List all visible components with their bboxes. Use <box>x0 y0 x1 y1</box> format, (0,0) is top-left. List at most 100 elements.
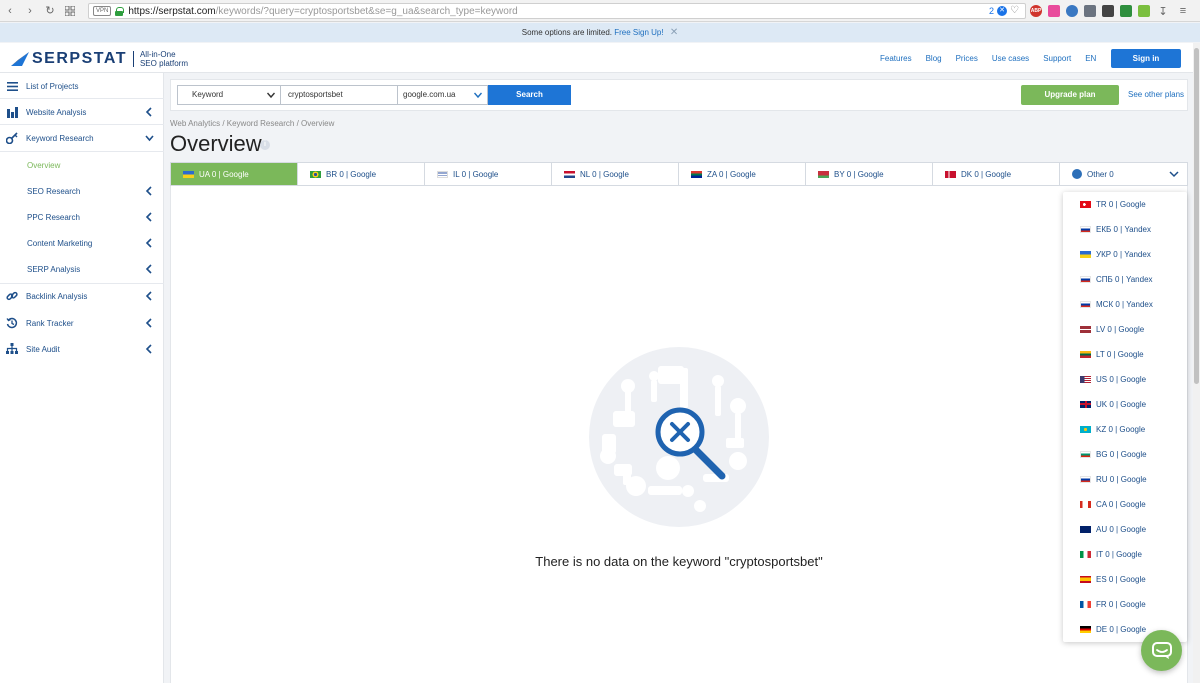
dropdown-item-lv[interactable]: LV 0 | Google <box>1063 317 1187 341</box>
vpn-badge[interactable]: VPN <box>93 6 112 16</box>
extension-green-icon[interactable] <box>1120 5 1132 17</box>
sidebar-item-site-audit[interactable]: Site Audit <box>0 336 164 362</box>
serpstat-logo[interactable]: SERPSTAT All-in-One SEO platform <box>11 50 188 68</box>
back-icon[interactable]: ‹ <box>0 0 20 22</box>
sidebar-item-ppc-research[interactable]: PPC Research <box>0 204 164 230</box>
tab-za[interactable]: ZA 0 | Google <box>679 163 806 185</box>
dropdown-item-uk[interactable]: UK 0 | Google <box>1063 392 1187 416</box>
database-select[interactable]: google.com.ua <box>398 85 488 105</box>
dropdown-item-it[interactable]: IT 0 | Google <box>1063 542 1187 566</box>
sidebar-item-label: SERP Analysis <box>27 264 81 274</box>
dropdown-item-ru[interactable]: RU 0 | Google <box>1063 467 1187 491</box>
nav-use-cases[interactable]: Use cases <box>992 54 1029 63</box>
sidebar-item-content-marketing[interactable]: Content Marketing <box>0 230 164 256</box>
dropdown-item-tr[interactable]: TR 0 | Google <box>1063 192 1187 216</box>
tab-nl[interactable]: NL 0 | Google <box>552 163 679 185</box>
breadcrumb[interactable]: Web Analytics / Keyword Research / Overv… <box>170 119 334 128</box>
chat-icon <box>1151 641 1172 659</box>
sidebar-item-serp-analysis[interactable]: SERP Analysis <box>0 256 164 282</box>
chevron-down-icon <box>267 92 275 99</box>
dropdown-item-us[interactable]: US 0 | Google <box>1063 367 1187 391</box>
chevron-left-icon <box>145 344 152 354</box>
dropdown-item-msk[interactable]: МСК 0 | Yandex <box>1063 292 1187 316</box>
tab-label: BY 0 | Google <box>834 169 884 179</box>
chat-support-button[interactable] <box>1141 630 1182 671</box>
tab-by[interactable]: BY 0 | Google <box>806 163 933 185</box>
dropdown-item-label: FR 0 | Google <box>1096 599 1146 609</box>
sidebar-item-label: Overview <box>27 160 61 170</box>
dropdown-item-ca[interactable]: CA 0 | Google <box>1063 492 1187 516</box>
site-header: SERPSTAT All-in-One SEO platform Feature… <box>0 43 1200 73</box>
search-input[interactable]: cryptosportsbet <box>281 85 398 105</box>
sidebar-item-keyword-research[interactable]: Keyword Research <box>0 125 164 151</box>
extension-office-icon[interactable] <box>1102 5 1114 17</box>
tab-ua[interactable]: UA 0 | Google <box>171 163 298 185</box>
scrollbar-thumb[interactable] <box>1194 48 1199 384</box>
search-type-select[interactable]: Keyword <box>177 85 281 105</box>
nav-prices[interactable]: Prices <box>956 54 978 63</box>
dropdown-item-label: KZ 0 | Google <box>1096 424 1146 434</box>
bookmark-heart-icon[interactable]: ♡ <box>1010 5 1019 16</box>
dropdown-item-label: СПБ 0 | Yandex <box>1096 274 1153 284</box>
notice-text: Some options are limited. <box>521 28 613 37</box>
tab-dk[interactable]: DK 0 | Google <box>933 163 1060 185</box>
sign-in-button[interactable]: Sign in <box>1111 49 1181 68</box>
sidebar-item-backlink-analysis[interactable]: Backlink Analysis <box>0 283 164 309</box>
sidebar-item-rank-tracker[interactable]: Rank Tracker <box>0 310 164 336</box>
nav-support[interactable]: Support <box>1043 54 1071 63</box>
forward-icon[interactable]: › <box>20 0 40 22</box>
history-icon <box>6 317 18 329</box>
sidebar-item-website-analysis[interactable]: Website Analysis <box>0 99 164 125</box>
chevron-down-icon <box>474 92 482 99</box>
sidebar-item-seo-research[interactable]: SEO Research <box>0 178 164 204</box>
upgrade-plan-button[interactable]: Upgrade plan <box>1021 85 1119 105</box>
see-other-plans-link[interactable]: See other plans <box>1128 85 1184 105</box>
dropdown-item-label: LV 0 | Google <box>1096 324 1145 334</box>
ru-flag-icon <box>1080 300 1091 308</box>
nav-features[interactable]: Features <box>880 54 912 63</box>
extension-pink-icon[interactable] <box>1048 5 1060 17</box>
sidebar-item-list-of-projects[interactable]: List of Projects <box>0 73 164 99</box>
dropdown-item-au[interactable]: AU 0 | Google <box>1063 517 1187 541</box>
extension-shield-icon[interactable] <box>1066 5 1078 17</box>
tab-il[interactable]: IL 0 | Google <box>425 163 552 185</box>
dropdown-item-spb[interactable]: СПБ 0 | Yandex <box>1063 267 1187 291</box>
nav-blog[interactable]: Blog <box>926 54 942 63</box>
dropdown-item-ukr[interactable]: УКР 0 | Yandex <box>1063 242 1187 266</box>
dropdown-item-es[interactable]: ES 0 | Google <box>1063 567 1187 591</box>
reload-icon[interactable]: ↻ <box>40 0 60 22</box>
ru-flag-icon <box>1080 225 1091 233</box>
dropdown-item-fr[interactable]: FR 0 | Google <box>1063 592 1187 616</box>
adblock-icon[interactable]: ABP <box>1030 5 1042 17</box>
dropdown-item-label: IT 0 | Google <box>1096 549 1142 559</box>
extension-chat-icon[interactable] <box>1138 5 1150 17</box>
info-icon[interactable]: i <box>260 140 270 150</box>
kz-flag-icon <box>1080 425 1091 433</box>
nl-flag-icon <box>564 170 575 178</box>
address-bar[interactable]: VPN https://serpstat.com/keywords/?query… <box>88 3 1026 19</box>
sitemap-icon <box>6 343 18 355</box>
tab-br[interactable]: BR 0 | Google <box>298 163 425 185</box>
tabs-grid-icon[interactable] <box>60 0 80 22</box>
dropdown-item-label: UK 0 | Google <box>1096 399 1147 409</box>
extension-grey-icon[interactable] <box>1084 5 1096 17</box>
za-flag-icon <box>691 170 702 178</box>
sidebar-item-label: Content Marketing <box>27 238 93 248</box>
chevron-down-icon <box>1169 171 1179 178</box>
free-signup-link[interactable]: Free Sign Up! <box>614 28 663 37</box>
sidebar-item-overview[interactable]: Overview <box>0 152 164 178</box>
tab-label: BR 0 | Google <box>326 169 377 179</box>
dropdown-item-kz[interactable]: KZ 0 | Google <box>1063 417 1187 441</box>
download-icon[interactable]: ↧ <box>1156 0 1170 22</box>
tab-other[interactable]: Other 0 <box>1060 163 1187 185</box>
limited-options-notice: Some options are limited. Free Sign Up! … <box>0 23 1200 42</box>
dropdown-item-ekb[interactable]: ЕКБ 0 | Yandex <box>1063 217 1187 241</box>
de-flag-icon <box>1080 625 1091 633</box>
dropdown-item-bg[interactable]: BG 0 | Google <box>1063 442 1187 466</box>
dropdown-item-lt[interactable]: LT 0 | Google <box>1063 342 1187 366</box>
search-button[interactable]: Search <box>488 85 571 105</box>
menu-icon[interactable]: ≡ <box>1176 0 1190 22</box>
dropdown-item-label: AU 0 | Google <box>1096 524 1147 534</box>
extension-x-icon[interactable]: ✕ <box>997 5 1008 16</box>
close-icon[interactable]: ✕ <box>670 27 678 38</box>
